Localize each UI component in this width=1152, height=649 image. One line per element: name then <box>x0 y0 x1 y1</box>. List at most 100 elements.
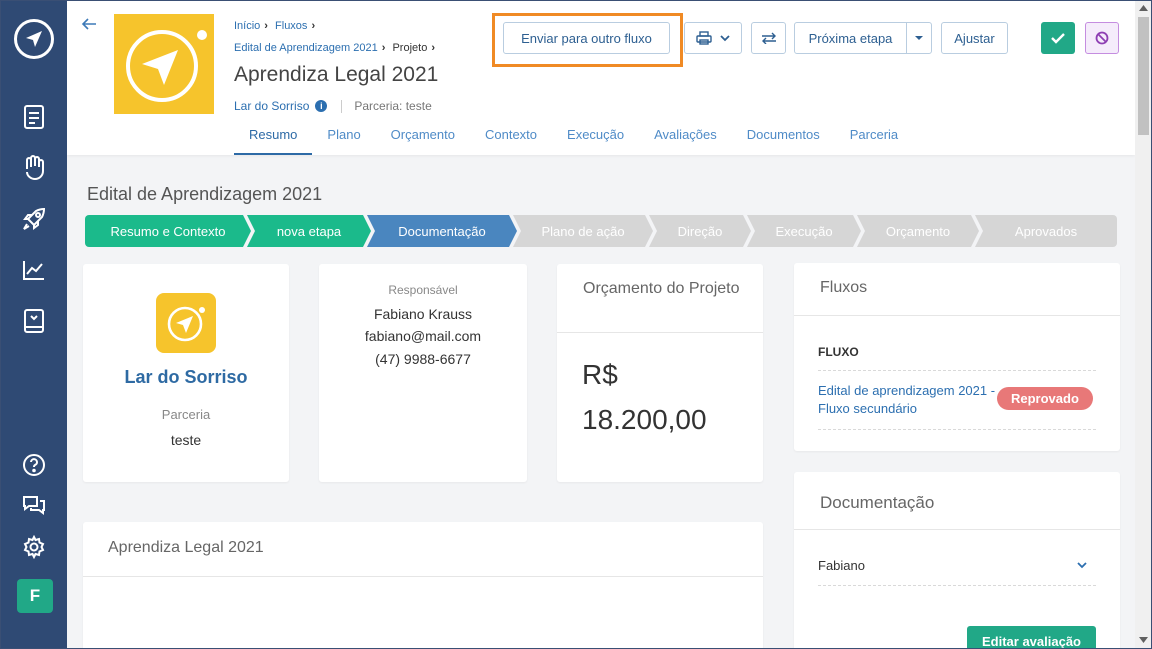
edit-evaluation-button[interactable]: Editar avaliação <box>967 626 1096 648</box>
swap-button[interactable] <box>751 22 786 54</box>
step-execucao[interactable]: Execução <box>747 215 861 247</box>
swap-arrows-icon <box>761 32 776 44</box>
adjust-button[interactable]: Ajustar <box>941 22 1008 54</box>
status-badge: Reprovado <box>997 387 1093 410</box>
tab-avaliacoes[interactable]: Avaliações <box>639 119 732 155</box>
flow-stepper: Resumo e Contexto nova etapa Documentaçã… <box>85 215 1117 247</box>
budget-currency: R$ <box>582 359 618 390</box>
book-icon[interactable] <box>20 307 48 335</box>
step-orcamento[interactable]: Orçamento <box>857 215 979 247</box>
project-subline: Lar do Sorriso i Parceria: teste <box>234 99 432 113</box>
block-icon <box>1095 31 1109 45</box>
approve-button[interactable] <box>1041 22 1075 54</box>
send-to-other-flow-button[interactable]: Enviar para outro fluxo <box>503 22 670 54</box>
documentation-card: Documentação Fabiano Editar avaliação <box>794 472 1120 648</box>
chevron-right-icon: › <box>311 20 316 32</box>
tab-parceria[interactable]: Parceria <box>835 119 913 155</box>
partnership-label: Parceria: teste <box>354 99 432 113</box>
scrollbar[interactable] <box>1135 1 1151 648</box>
breadcrumb-flows[interactable]: Fluxos <box>275 20 307 32</box>
project-card: Aprendiza Legal 2021 <box>83 522 763 648</box>
breadcrumb-notice[interactable]: Edital de Aprendizagem 2021 <box>234 42 378 54</box>
scroll-up-icon[interactable] <box>1139 5 1148 11</box>
page-title: Aprendiza Legal 2021 <box>234 63 439 86</box>
info-icon[interactable]: i <box>315 100 328 112</box>
divider <box>818 370 1096 371</box>
back-arrow-icon[interactable] <box>81 15 97 36</box>
step-plano-de-acao[interactable]: Plano de ação <box>513 215 653 247</box>
step-documentacao[interactable]: Documentação <box>367 215 517 247</box>
tab-execucao[interactable]: Execução <box>552 119 639 155</box>
chevron-right-icon: › <box>431 42 435 54</box>
responsible-email: fabiano@mail.com <box>364 328 482 344</box>
scrollbar-thumb[interactable] <box>1138 17 1149 135</box>
divider <box>341 99 343 113</box>
divider <box>794 315 1120 316</box>
chevron-down-icon <box>720 35 730 42</box>
org-logo <box>156 293 216 353</box>
org-card: Lar do Sorriso Parceria teste <box>83 264 289 482</box>
rocket-icon[interactable] <box>20 205 48 233</box>
settings-icon[interactable] <box>20 533 48 561</box>
help-icon[interactable] <box>20 451 48 479</box>
app-window: F Início › Fluxos › Edital de Aprendizagem… <box>0 0 1152 649</box>
divider <box>83 576 763 577</box>
chevron-right-icon: › <box>264 20 268 32</box>
divider <box>557 332 763 333</box>
budget-amount: 18.200,00 <box>582 404 707 435</box>
user-avatar[interactable]: F <box>17 579 53 613</box>
flows-card: Fluxos FLUXO Edital de aprendizagem 2021… <box>794 263 1120 451</box>
chat-icon[interactable] <box>20 491 48 519</box>
responsible-card: Responsável Fabiano Krauss fabiano@mail.… <box>319 264 527 482</box>
step-resumo-contexto[interactable]: Resumo e Contexto <box>85 215 251 247</box>
next-step-button[interactable]: Próxima etapa <box>794 22 907 54</box>
documentation-item[interactable]: Fabiano <box>818 558 865 573</box>
divider <box>818 585 1096 586</box>
project-header: Início › Fluxos › Edital de Aprendizagem 2… <box>67 1 1135 155</box>
org-link[interactable]: Lar do Sorriso <box>234 99 309 113</box>
chevron-down-icon[interactable] <box>1077 561 1087 569</box>
sidebar: F <box>1 1 67 648</box>
printer-icon <box>696 31 712 45</box>
scroll-down-icon[interactable] <box>1139 637 1148 643</box>
tab-plano[interactable]: Plano <box>312 119 375 155</box>
tab-contexto[interactable]: Contexto <box>470 119 552 155</box>
divider <box>794 529 1120 530</box>
tab-resumo[interactable]: Resumo <box>234 119 313 155</box>
flows-title: Fluxos <box>820 279 868 296</box>
partnership-value: teste <box>170 432 202 448</box>
chart-icon[interactable] <box>20 256 48 284</box>
step-direcao[interactable]: Direção <box>649 215 751 247</box>
project-card-title: Aprendiza Legal 2021 <box>108 539 264 556</box>
main-content: Início › Fluxos › Edital de Aprendizagem 2… <box>67 1 1135 648</box>
org-name[interactable]: Lar do Sorriso <box>83 367 289 388</box>
reject-button[interactable] <box>1085 22 1119 54</box>
check-icon <box>1051 32 1065 44</box>
divider <box>818 429 1096 430</box>
chevron-right-icon: › <box>381 42 386 54</box>
documentation-title: Documentação <box>820 493 935 512</box>
responsible-name: Fabiano Krauss <box>373 306 473 322</box>
breadcrumb: Início › Fluxos › <box>234 20 319 32</box>
hand-heart-icon[interactable] <box>20 154 48 182</box>
flows-column-header: FLUXO <box>818 345 859 359</box>
caret-down-icon <box>915 36 923 40</box>
tab-orcamento[interactable]: Orçamento <box>376 119 470 155</box>
budget-card: Orçamento do Projeto R$ 18.200,00 <box>557 264 763 482</box>
responsible-phone: (47) 9988-6677 <box>375 351 471 367</box>
next-step-dropdown[interactable] <box>906 22 932 54</box>
breadcrumb-second-line: Edital de Aprendizagem 2021 › Projeto › <box>234 42 439 54</box>
section-title: Edital de Aprendizagem 2021 <box>87 184 323 204</box>
step-nova-etapa[interactable]: nova etapa <box>247 215 371 247</box>
project-logo <box>114 14 214 114</box>
print-button[interactable] <box>684 22 742 54</box>
breadcrumb-home[interactable]: Início <box>234 20 260 32</box>
flow-link[interactable]: Edital de aprendizagem 2021 - Fluxo secu… <box>818 382 1003 418</box>
step-aprovados[interactable]: Aprovados <box>975 215 1117 247</box>
breadcrumb-current: Projeto <box>392 42 428 54</box>
app-logo-icon[interactable] <box>14 19 54 59</box>
responsible-label: Responsável <box>388 283 458 297</box>
document-icon[interactable] <box>20 103 48 131</box>
partnership-heading: Parceria <box>161 407 211 422</box>
tab-documentos[interactable]: Documentos <box>732 119 835 155</box>
